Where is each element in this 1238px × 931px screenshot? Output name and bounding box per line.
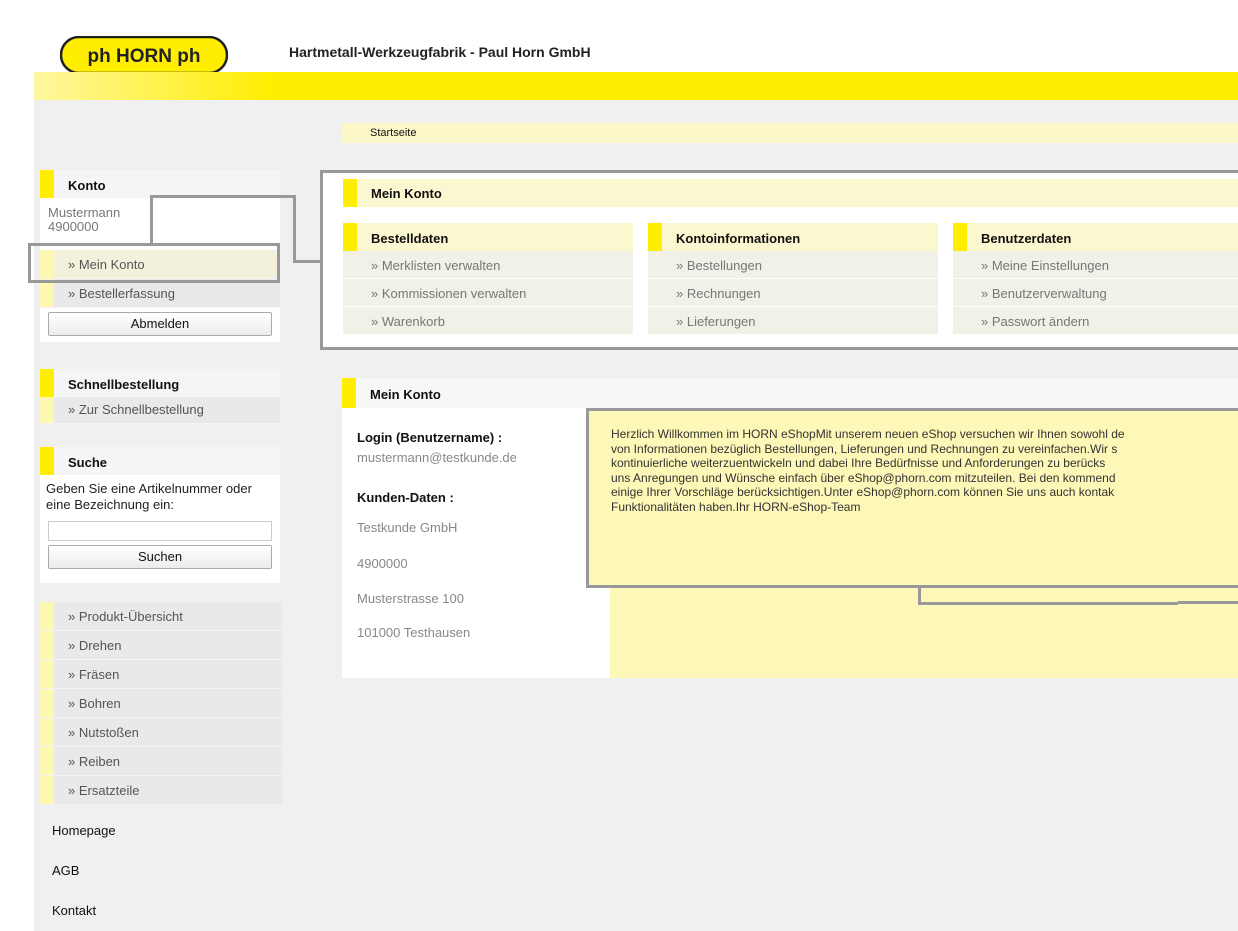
category-reiben[interactable]: » Reiben <box>40 747 282 776</box>
welcome-line: einige Ihrer Vorschläge berücksichtigen.… <box>611 485 1115 499</box>
column-title: Bestelldaten <box>343 223 633 251</box>
sidebar-item-schnellbestellung[interactable]: » Zur Schnellbestellung <box>40 397 280 424</box>
column-title: Benutzerdaten <box>953 223 1238 251</box>
search-hint: Geben Sie eine Artikelnummer oder eine B… <box>46 481 252 512</box>
connector-line <box>293 195 296 263</box>
footer-link-agb[interactable]: AGB <box>52 863 79 878</box>
breadcrumb-home-link[interactable]: Startseite <box>370 127 416 139</box>
link-warenkorb[interactable]: » Warenkorb <box>343 307 633 335</box>
connector-line <box>150 195 153 244</box>
sidebar-search-box: Suche Geben Sie eine Artikelnummer oder … <box>40 447 280 583</box>
link-einstellungen[interactable]: » Meine Einstellungen <box>953 251 1238 279</box>
account-details-title: Mein Konto <box>342 378 1238 408</box>
category-bohren[interactable]: » Bohren <box>40 689 282 718</box>
customer-city: 101000 Testhausen <box>357 625 471 640</box>
company-name: Hartmetall-Werkzeugfabrik - Paul Horn Gm… <box>289 44 591 60</box>
sidebar-quick-order-title: Schnellbestellung <box>40 369 280 397</box>
column-bestelldaten: Bestelldaten » Merklisten verwalten » Ko… <box>343 223 633 335</box>
footer-link-kontakt[interactable]: Kontakt <box>52 903 96 918</box>
header-yellow-bar-fade <box>34 72 274 100</box>
horn-logo[interactable]: ph HORN ph <box>60 36 228 74</box>
account-overview-title: Mein Konto <box>343 179 1238 207</box>
link-passwort-aendern[interactable]: » Passwort ändern <box>953 307 1238 335</box>
footer-link-homepage[interactable]: Homepage <box>52 823 116 838</box>
account-details-left: Login (Benutzername) : mustermann@testku… <box>342 408 610 678</box>
customer-number: 4900000 <box>357 556 408 571</box>
page: ph HORN ph Hartmetall-Werkzeugfabrik - P… <box>0 0 1238 931</box>
connector-line <box>150 195 295 198</box>
link-merklisten[interactable]: » Merklisten verwalten <box>343 251 633 279</box>
search-button[interactable]: Suchen <box>48 545 272 569</box>
breadcrumb: Startseite <box>342 123 1238 143</box>
connector-line <box>1178 601 1238 604</box>
account-overview-panel: Mein Konto Bestelldaten » Merklisten ver… <box>320 170 1238 350</box>
column-benutzerdaten: Benutzerdaten » Meine Einstellungen » Be… <box>953 223 1238 335</box>
link-benutzerverwaltung[interactable]: » Benutzerverwaltung <box>953 279 1238 307</box>
sidebar-quick-order-box: Schnellbestellung » Zur Schnellbestellun… <box>40 369 280 424</box>
welcome-line: Herzlich Willkommen im HORN eShopMit uns… <box>611 427 1125 441</box>
welcome-line: von Informationen bezüglich Bestellungen… <box>611 441 1118 456</box>
column-title: Kontoinformationen <box>648 223 938 251</box>
search-input[interactable] <box>48 521 272 541</box>
category-nutstossen[interactable]: » Nutstoßen <box>40 718 282 747</box>
link-bestellungen[interactable]: » Bestellungen <box>648 251 938 279</box>
link-kommissionen[interactable]: » Kommissionen verwalten <box>343 279 633 307</box>
account-user-name: Mustermann <box>48 205 121 220</box>
welcome-message: Herzlich Willkommen im HORN eShopMit uns… <box>586 408 1238 588</box>
category-drehen[interactable]: » Drehen <box>40 631 282 660</box>
logout-button[interactable]: Abmelden <box>48 312 272 336</box>
sidebar-account-title: Konto <box>40 170 280 198</box>
category-list: » Produkt-Übersicht » Drehen » Fräsen » … <box>40 602 282 805</box>
connector-line <box>293 260 321 263</box>
svg-text:ph HORN ph: ph HORN ph <box>88 46 201 67</box>
category-fraesen[interactable]: » Fräsen <box>40 660 282 689</box>
login-value: mustermann@testkunde.de <box>357 450 517 465</box>
login-label: Login (Benutzername) : <box>357 430 503 445</box>
customer-company: Testkunde GmbH <box>357 520 458 535</box>
welcome-line: kontinuierliche weiterzuentwickeln und d… <box>611 456 1106 470</box>
account-user-number: 4900000 <box>48 219 99 234</box>
welcome-line: Funktionalitäten haben.Ihr HORN-eShop-Te… <box>611 499 861 514</box>
customer-street: Musterstrasse 100 <box>357 591 464 606</box>
category-produkt-uebersicht[interactable]: » Produkt-Übersicht <box>40 602 282 631</box>
link-lieferungen[interactable]: » Lieferungen <box>648 307 938 335</box>
connector-line <box>918 602 1178 605</box>
sidebar-item-bestellerfassung[interactable]: » Bestellerfassung <box>40 279 280 308</box>
column-kontoinformationen: Kontoinformationen » Bestellungen » Rech… <box>648 223 938 335</box>
customer-label: Kunden-Daten : <box>357 490 454 505</box>
highlight-frame-mein-konto <box>28 243 280 283</box>
welcome-line: uns Anregungen und Wünsche einfach über … <box>611 470 1116 485</box>
sidebar-search-title: Suche <box>40 447 280 475</box>
category-ersatzteile[interactable]: » Ersatzteile <box>40 776 282 805</box>
link-rechnungen[interactable]: » Rechnungen <box>648 279 938 307</box>
